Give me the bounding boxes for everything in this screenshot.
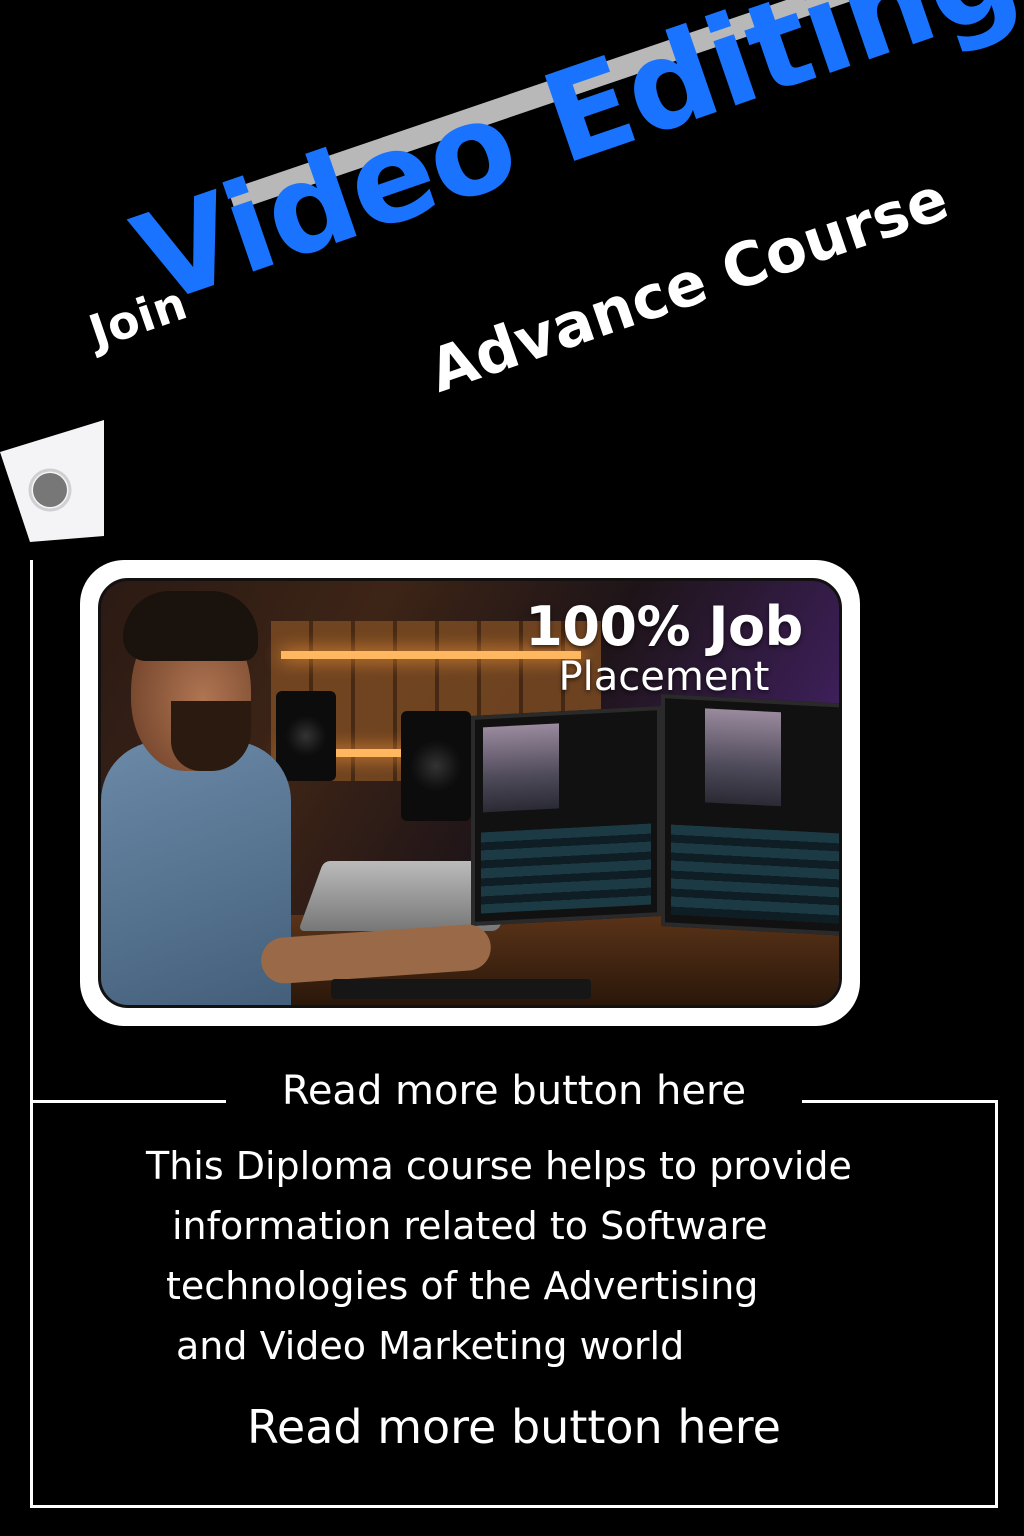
course-description: This Diploma course helps to provide inf… [140, 1136, 960, 1376]
keyboard [331, 979, 591, 999]
description-line: technologies of the Advertising [166, 1264, 759, 1308]
description-line: This Diploma course helps to provide [146, 1144, 852, 1188]
person-hair [123, 591, 258, 661]
monitor [661, 694, 839, 936]
badge-line1: 100% Job [525, 595, 803, 658]
read-more-button-bottom[interactable]: Read more button here [30, 1400, 998, 1454]
description-line: and Video Marketing world [176, 1324, 685, 1368]
monitor [471, 706, 661, 926]
left-vertical-line [30, 560, 33, 1105]
badge-line2: Placement [558, 653, 770, 700]
description-line: information related to Software [172, 1204, 768, 1248]
headline: Join Video Editing Advance Course [0, 0, 1024, 560]
poster: Join Video Editing Advance Course 100% J… [0, 0, 1024, 1536]
read-more-button-top[interactable]: Read more button here [226, 1068, 802, 1114]
headline-title: Video Editing [118, 0, 1024, 334]
placement-badge: 100% Job Placement [499, 595, 829, 700]
course-photo: 100% Job Placement [98, 578, 842, 1008]
course-image-card: 100% Job Placement [80, 560, 860, 1026]
speaker [401, 711, 471, 821]
speaker [276, 691, 336, 781]
